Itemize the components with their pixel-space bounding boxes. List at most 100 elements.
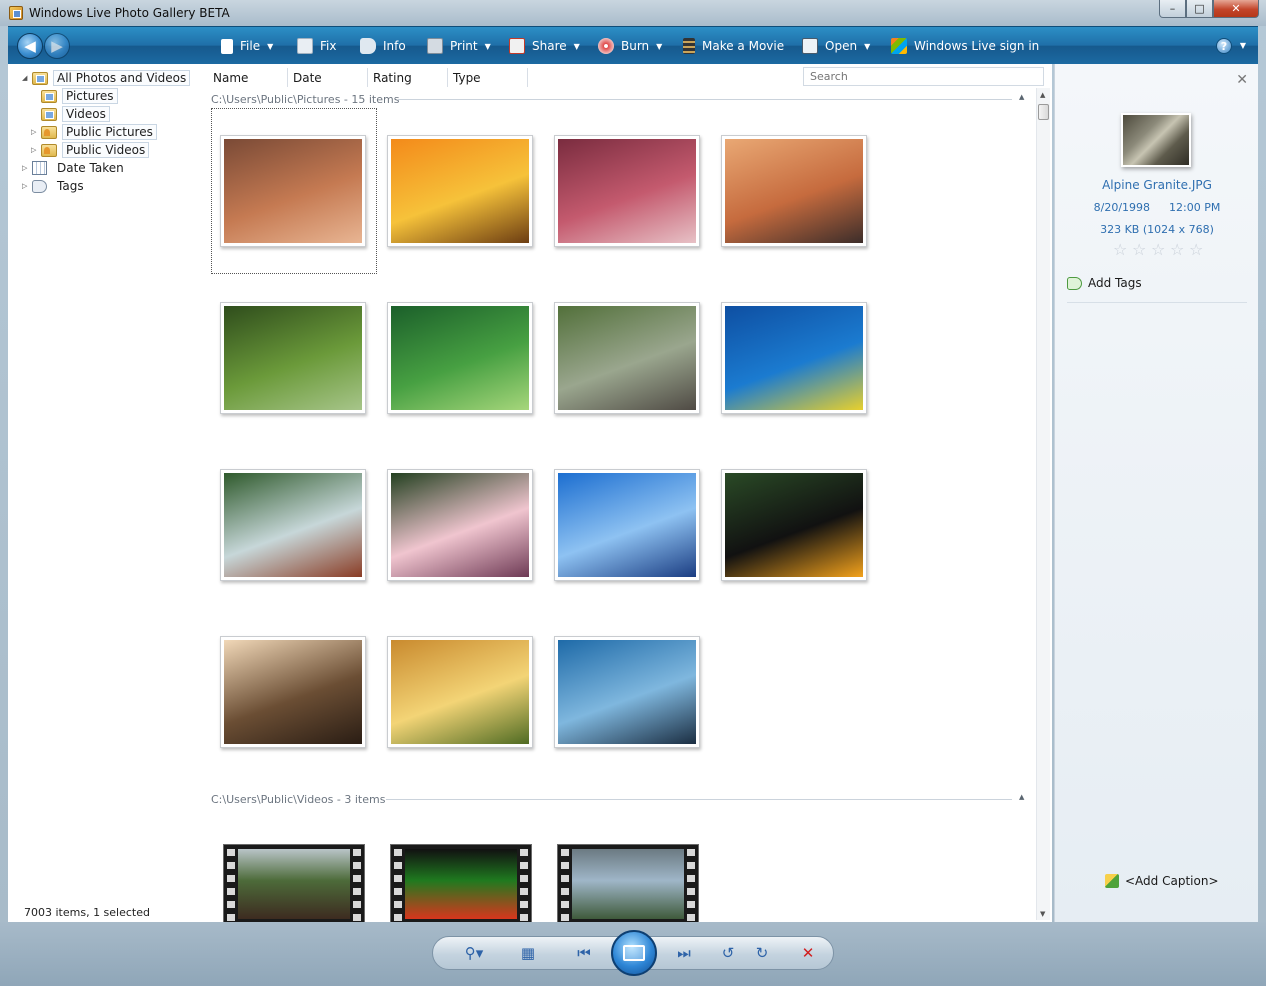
collapsed-arrow-icon[interactable]: ▷ bbox=[22, 164, 32, 172]
tree-item-date-taken[interactable]: ▷ Date Taken bbox=[22, 159, 128, 177]
toolbar-open-button[interactable]: Open ▼ bbox=[802, 27, 870, 65]
photo-thumbnail-waterfall[interactable] bbox=[220, 469, 366, 581]
chevron-down-icon: ▼ bbox=[656, 41, 663, 51]
toolbar-file-button[interactable]: File ▼ bbox=[221, 27, 273, 65]
search-input[interactable] bbox=[803, 67, 1044, 86]
scroll-up-icon[interactable]: ▲ bbox=[1040, 91, 1045, 99]
toolbar-share-label: Share bbox=[532, 39, 567, 53]
photo-thumbnail-ocean-pier[interactable] bbox=[554, 469, 700, 581]
tree-item-label: Tags bbox=[57, 179, 84, 193]
forward-button[interactable]: ▶ bbox=[44, 33, 70, 59]
star-icon[interactable]: ☆ bbox=[1132, 242, 1148, 258]
photo-thumbnail-plumeria[interactable] bbox=[387, 469, 533, 581]
photo-thumbnail-frosted-leaves[interactable] bbox=[554, 135, 700, 247]
toolbar-fix-button[interactable]: Fix bbox=[297, 27, 336, 65]
column-header-date[interactable]: Date bbox=[288, 68, 368, 87]
selected-photo-preview bbox=[1121, 113, 1191, 167]
toolbar-burn-button[interactable]: Burn ▼ bbox=[598, 27, 662, 65]
tree-item-label: Public Pictures bbox=[62, 124, 157, 140]
rotate-right-button[interactable]: ↻ bbox=[747, 937, 777, 969]
photo-image bbox=[224, 640, 362, 744]
previous-button[interactable]: ⏮ bbox=[567, 937, 601, 969]
photo-thumbnail-autumn-tree[interactable] bbox=[387, 636, 533, 748]
photo-thumbnail-toucan[interactable] bbox=[721, 469, 867, 581]
toolbar-windows-live-sign-in[interactable]: Windows Live sign in bbox=[891, 27, 1039, 65]
chevron-down-icon[interactable]: ▼ bbox=[1240, 41, 1246, 50]
collapse-group-icon[interactable]: ▲ bbox=[1019, 793, 1024, 801]
close-button[interactable]: ✕ bbox=[1213, 0, 1259, 18]
photo-thumbnail-tree-silhouette[interactable] bbox=[220, 636, 366, 748]
column-headers: Name Date Rating Type bbox=[208, 68, 528, 87]
forward-arrow-icon: ▶ bbox=[51, 37, 63, 55]
column-header-rating[interactable]: Rating bbox=[368, 68, 448, 87]
scrollbar-thumb[interactable] bbox=[1038, 104, 1049, 120]
toolbar-info-label: Info bbox=[383, 39, 406, 53]
expanded-arrow-icon[interactable]: ◢ bbox=[22, 74, 32, 82]
photo-thumbnail-desert-oryx[interactable] bbox=[721, 135, 867, 247]
collapsed-arrow-icon[interactable]: ▷ bbox=[22, 182, 32, 190]
details-view-button[interactable]: ▦ bbox=[511, 937, 545, 969]
vertical-scrollbar[interactable]: ▲ ▼ bbox=[1036, 88, 1050, 920]
tree-item-public-pictures[interactable]: ▷ Public Pictures bbox=[31, 123, 157, 141]
photo-thumbnail-desert-monuments[interactable] bbox=[220, 135, 366, 247]
photo-thumbnail-orange-flowers[interactable] bbox=[387, 135, 533, 247]
group-header-pictures: C:\Users\Public\Pictures - 15 items bbox=[211, 92, 400, 106]
next-button[interactable]: ⏭ bbox=[667, 937, 701, 969]
calendar-icon bbox=[32, 161, 47, 175]
star-icon[interactable]: ☆ bbox=[1113, 242, 1129, 258]
toolbar-file-label: File bbox=[240, 39, 261, 53]
scroll-down-icon[interactable]: ▼ bbox=[1040, 910, 1045, 918]
toolbar-info-button[interactable]: Info bbox=[360, 27, 406, 65]
photo-image bbox=[725, 473, 863, 577]
photo-thumbnail-sea-turtle[interactable] bbox=[721, 302, 867, 414]
tree-item-pictures[interactable]: Pictures bbox=[41, 87, 118, 105]
photo-thumbnail-forest-path[interactable] bbox=[220, 302, 366, 414]
window-title: Windows Live Photo Gallery BETA bbox=[29, 6, 230, 20]
star-icon[interactable]: ☆ bbox=[1170, 242, 1186, 258]
chevron-down-icon: ▼ bbox=[864, 41, 871, 51]
video-frame-image bbox=[238, 849, 350, 919]
close-icon[interactable]: ✕ bbox=[1236, 72, 1248, 88]
tree-item-all-photos-and-videos[interactable]: ◢ All Photos and Videos bbox=[22, 69, 191, 87]
video-thumbnail-bear-river[interactable] bbox=[223, 844, 365, 922]
next-icon: ⏭ bbox=[677, 944, 691, 962]
photo-thumbnail-whale-tail[interactable] bbox=[554, 636, 700, 748]
tree-item-tags[interactable]: ▷ Tags bbox=[22, 177, 88, 195]
toolbar-make-movie-button[interactable]: Make a Movie bbox=[683, 27, 784, 65]
toolbar-share-button[interactable]: Share ▼ bbox=[509, 27, 580, 65]
add-tags-button[interactable]: Add Tags bbox=[1067, 276, 1142, 290]
info-datetime[interactable]: 8/20/1998 12:00 PM bbox=[1055, 201, 1259, 214]
help-button[interactable]: ? bbox=[1216, 38, 1232, 54]
add-caption-button[interactable]: <Add Caption> bbox=[1105, 874, 1219, 888]
toolbar-print-label: Print bbox=[450, 39, 478, 53]
column-header-type[interactable]: Type bbox=[448, 68, 528, 87]
chevron-down-icon: ▼ bbox=[573, 41, 580, 51]
maximize-button[interactable]: □ bbox=[1186, 0, 1213, 18]
minimize-button[interactable]: – bbox=[1159, 0, 1186, 18]
rotate-left-button[interactable]: ↺ bbox=[713, 937, 743, 969]
column-header-name[interactable]: Name bbox=[208, 68, 288, 87]
back-button[interactable]: ◀ bbox=[17, 33, 43, 59]
collapsed-arrow-icon[interactable]: ▷ bbox=[31, 128, 41, 136]
star-icon[interactable]: ☆ bbox=[1189, 242, 1205, 258]
zoom-button[interactable]: ⚲▾ bbox=[457, 937, 491, 969]
rotate-left-icon: ↺ bbox=[721, 944, 735, 962]
info-filename[interactable]: Alpine Granite.JPG bbox=[1055, 178, 1259, 192]
toolbar-print-button[interactable]: Print ▼ bbox=[427, 27, 491, 65]
burn-icon bbox=[598, 38, 614, 54]
rating-stars[interactable]: ☆ ☆ ☆ ☆ ☆ bbox=[1113, 242, 1205, 258]
tree-item-public-videos[interactable]: ▷ Public Videos bbox=[31, 141, 150, 159]
photo-thumbnail-green-leaves[interactable] bbox=[387, 302, 533, 414]
photo-thumbnail-stream-meadow[interactable] bbox=[554, 302, 700, 414]
video-thumbnail-butterfly-flower[interactable] bbox=[390, 844, 532, 922]
info-time: 12:00 PM bbox=[1169, 201, 1221, 214]
collapsed-arrow-icon[interactable]: ▷ bbox=[31, 146, 41, 154]
delete-button[interactable]: ✕ bbox=[793, 937, 823, 969]
file-icon bbox=[221, 38, 233, 54]
star-icon[interactable]: ☆ bbox=[1151, 242, 1167, 258]
movie-icon bbox=[683, 38, 695, 54]
collapse-group-icon[interactable]: ▲ bbox=[1019, 93, 1024, 101]
tree-item-videos[interactable]: Videos bbox=[41, 105, 110, 123]
video-thumbnail-mountain-lake[interactable] bbox=[557, 844, 699, 922]
slideshow-button[interactable] bbox=[611, 930, 657, 976]
